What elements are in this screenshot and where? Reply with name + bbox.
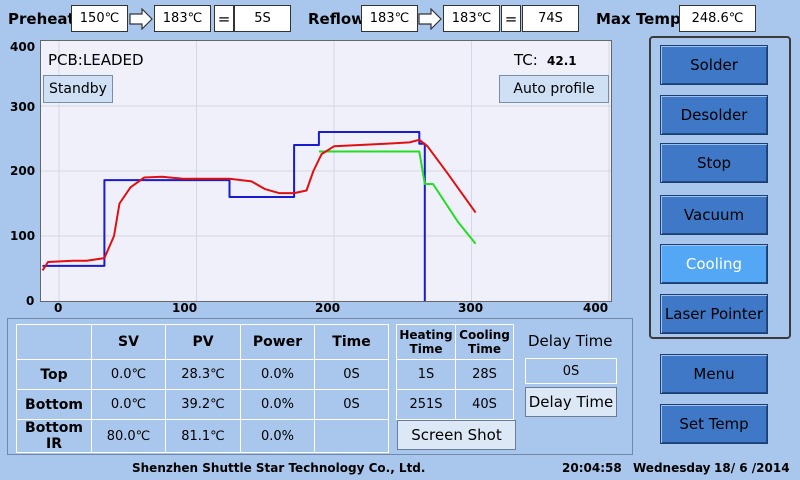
preheat-start-field[interactable]: 150℃ <box>71 5 128 32</box>
delay-time-title: Delay Time <box>528 332 613 350</box>
max-temp-field: 248.6℃ <box>679 5 756 32</box>
heating-time-header: Heating Time <box>396 324 456 360</box>
cooling-button[interactable]: Cooling <box>660 244 768 284</box>
menu-button[interactable]: Menu <box>660 354 768 394</box>
clock-time: 20:04:58 <box>562 461 622 475</box>
row-label: Top <box>16 359 92 390</box>
screen-shot-button[interactable]: Screen Shot <box>397 420 516 450</box>
delay-time-button[interactable]: Delay Time <box>525 387 617 417</box>
delay-time-value: 0S <box>525 358 617 384</box>
time-cell <box>314 419 389 453</box>
x-tick-label: 200 <box>315 301 341 315</box>
temperature-curve-2 <box>318 150 477 245</box>
column-header-power: Power <box>240 324 315 360</box>
time-cell: 0S <box>314 359 389 390</box>
column-header-pv: PV <box>165 324 241 360</box>
temperature-curve-3 <box>41 138 477 271</box>
reflow-end-field[interactable]: 183℃ <box>443 5 500 32</box>
temperature-chart: PCB:LEADED TC: 42.1 Standby Auto profile <box>40 40 612 302</box>
reflow-time-field[interactable]: 74S <box>522 5 579 32</box>
preheat-label: Preheat <box>8 10 75 28</box>
reflow-start-field[interactable]: 183℃ <box>361 5 418 32</box>
power-cell: 0.0% <box>240 389 315 420</box>
x-tick-label: 300 <box>458 301 484 315</box>
cooling-time-header: Cooling Time <box>455 324 514 360</box>
pv-cell: 81.1℃ <box>165 419 241 453</box>
standby-button[interactable]: Standby <box>43 75 113 103</box>
pv-cell: 39.2℃ <box>165 389 241 420</box>
sv-cell[interactable]: 80.0℃ <box>91 419 166 453</box>
cooling-time-cell: 28S <box>455 359 514 390</box>
heating-cooling-table: Heating Time Cooling Time 1S 28S 251S 40… <box>396 324 514 420</box>
cooling-time-cell: 40S <box>455 389 514 420</box>
table-row: Bottom 0.0℃ 39.2℃ 0.0% 0S <box>16 389 389 420</box>
date: 18/ 6 /2014 <box>714 461 790 475</box>
weekday: Wednesday <box>633 461 711 475</box>
pcb-profile-label: PCB:LEADED <box>48 51 144 69</box>
x-tick-label: 0 <box>54 301 63 315</box>
x-tick-label: 100 <box>172 301 198 315</box>
table-row: Top 0.0℃ 28.3℃ 0.0% 0S <box>16 359 389 390</box>
stop-button[interactable]: Stop <box>660 143 768 183</box>
arrow-right-icon <box>129 8 153 30</box>
table-row: Bottom IR 80.0℃ 81.1℃ 0.0% <box>16 419 389 453</box>
pv-cell: 28.3℃ <box>165 359 241 390</box>
heating-time-cell: 251S <box>396 389 456 420</box>
preheat-time-field[interactable]: 5S <box>234 5 291 32</box>
tc-value: 42.1 <box>547 54 577 68</box>
set-temp-button[interactable]: Set Temp <box>660 404 768 444</box>
heating-time-cell: 1S <box>396 359 456 390</box>
power-cell: 0.0% <box>240 359 315 390</box>
preheat-end-field[interactable]: 183℃ <box>154 5 211 32</box>
auto-profile-button[interactable]: Auto profile <box>499 75 609 103</box>
temperature-table: SV PV Power Time Top 0.0℃ 28.3℃ 0.0% 0S … <box>16 324 389 453</box>
sv-cell[interactable]: 0.0℃ <box>91 389 166 420</box>
preheat-equals-sign: = <box>214 5 234 32</box>
vacuum-button[interactable]: Vacuum <box>660 195 768 235</box>
company-name: Shenzhen Shuttle Star Technology Co., Lt… <box>132 461 426 475</box>
laser-pointer-button[interactable]: Laser Pointer <box>660 294 768 334</box>
time-cell: 0S <box>314 389 389 420</box>
reflow-label: Reflow <box>308 10 366 28</box>
y-tick-label: 400 <box>10 40 36 54</box>
max-temp-label: Max Temp <box>596 10 681 28</box>
y-tick-label: 100 <box>10 229 36 243</box>
y-tick-label: 0 <box>26 294 35 308</box>
column-header-sv: SV <box>91 324 166 360</box>
x-tick-label: 400 <box>583 301 609 315</box>
y-tick-label: 300 <box>10 100 36 114</box>
temperature-curve-1 <box>42 131 426 301</box>
power-cell: 0.0% <box>240 419 315 453</box>
solder-button[interactable]: Solder <box>660 45 768 85</box>
row-label: Bottom <box>16 389 92 420</box>
desolder-button[interactable]: Desolder <box>660 95 768 135</box>
arrow-right-icon <box>418 8 442 30</box>
y-tick-label: 200 <box>10 164 36 178</box>
row-label: Bottom IR <box>16 419 92 453</box>
tc-label: TC: <box>514 51 538 69</box>
sv-cell[interactable]: 0.0℃ <box>91 359 166 390</box>
reflow-equals-sign: = <box>501 5 521 32</box>
column-header-time: Time <box>314 324 389 360</box>
